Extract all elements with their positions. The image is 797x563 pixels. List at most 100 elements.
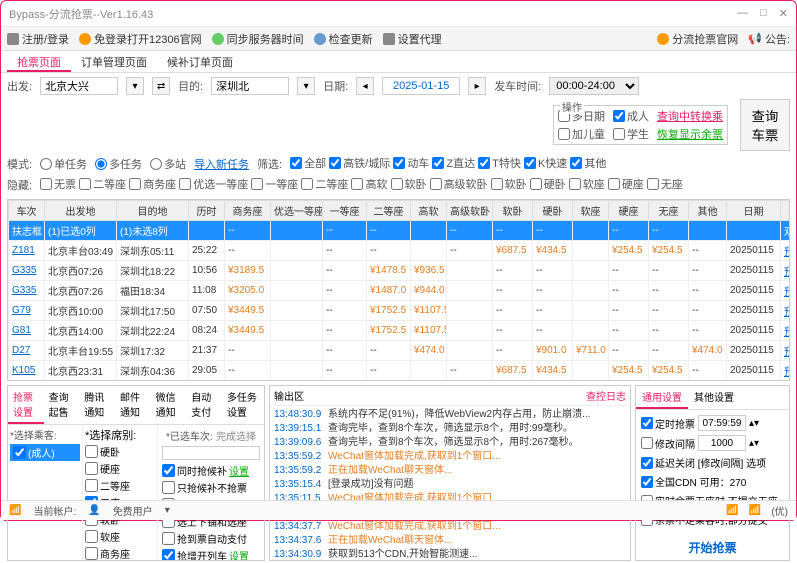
col-header[interactable]: 优选一等座 xyxy=(271,201,323,221)
hide-2[interactable]: 商务座 xyxy=(129,176,176,192)
minimize-button[interactable]: — xyxy=(737,7,748,20)
table-row[interactable]: D27北京丰台19:55深圳17:3221:37------¥474.0--¥9… xyxy=(9,341,791,361)
hide-7[interactable]: 软卧 xyxy=(391,176,427,192)
cb-interval[interactable]: 修改间隔 xyxy=(641,436,695,451)
train-link[interactable]: D27 xyxy=(12,345,30,356)
cb-timed[interactable]: 定时抢票 xyxy=(641,416,695,431)
hide-9[interactable]: 软卧 xyxy=(491,176,527,192)
hide-13[interactable]: 无座 xyxy=(647,176,683,192)
close-button[interactable]: ✕ xyxy=(779,7,788,20)
rtab-general[interactable]: 通用设置 xyxy=(636,386,688,409)
col-header[interactable]: 软卧 xyxy=(493,201,533,221)
book-link[interactable]: 预订 xyxy=(784,327,790,338)
col-header[interactable]: 商务座 xyxy=(225,201,271,221)
col-header[interactable]: 其他 xyxy=(689,201,727,221)
subtab-2[interactable]: 腾讯通知 xyxy=(79,386,115,424)
query-button[interactable]: 查询 车票 xyxy=(740,99,790,151)
cb-adult[interactable]: 成人 xyxy=(613,108,649,124)
col-header[interactable]: 备注 xyxy=(781,201,791,221)
stepper-icon[interactable]: ▴▾ xyxy=(749,438,759,449)
hide-3[interactable]: 优选一等座 xyxy=(179,176,248,192)
col-header[interactable]: 硬座 xyxy=(609,201,649,221)
tab-waitlist[interactable]: 候补订单页面 xyxy=(157,51,243,72)
rb-multi[interactable]: 多任务 xyxy=(95,156,142,172)
down-icon[interactable]: ▾ xyxy=(165,505,170,516)
time-select[interactable]: 00:00-24:00 xyxy=(549,77,639,95)
filter-1[interactable]: 高铁/城际 xyxy=(329,155,390,171)
swap-button[interactable]: ⇄ xyxy=(152,77,170,95)
seat-item[interactable]: 二等座 xyxy=(85,477,155,494)
hide-12[interactable]: 硬座 xyxy=(608,176,644,192)
date-input[interactable] xyxy=(382,77,460,95)
maximize-button[interactable]: □ xyxy=(760,7,767,20)
subtab-1[interactable]: 查询起售 xyxy=(44,386,80,424)
timed-input[interactable] xyxy=(698,415,746,431)
table-row[interactable]: Z181北京丰台03:49深圳东05:1125:22--------¥687.5… xyxy=(9,241,791,261)
hide-10[interactable]: 硬卧 xyxy=(530,176,566,192)
train-link[interactable]: G335 xyxy=(12,265,36,276)
table-row[interactable]: G79北京西10:00深圳北17:5007:50¥3449.5--¥1752.5… xyxy=(9,301,791,321)
start-button[interactable]: 开始抢票 xyxy=(636,535,789,560)
rb-single[interactable]: 单任务 xyxy=(40,156,87,172)
to-dropdown[interactable]: ▾ xyxy=(297,77,315,95)
filter-4[interactable]: T特快 xyxy=(478,155,521,171)
stepper-icon[interactable]: ▴▾ xyxy=(749,418,759,429)
link-transfer[interactable]: 查询中转换乘 xyxy=(657,108,723,124)
menu-site[interactable]: 分流抢票官网 xyxy=(657,31,738,47)
col-header[interactable]: 历时 xyxy=(189,201,225,221)
seat-item[interactable]: 硬卧 xyxy=(85,443,155,460)
hide-6[interactable]: 高软 xyxy=(351,176,387,192)
tab-ticket[interactable]: 抢票页面 xyxy=(7,51,71,72)
rtab-other[interactable]: 其他设置 xyxy=(688,386,740,409)
subtab-4[interactable]: 微信通知 xyxy=(151,386,187,424)
train-link[interactable]: Z181 xyxy=(12,245,35,256)
col-header[interactable]: 日期 xyxy=(727,201,781,221)
col-header[interactable]: 目的地 xyxy=(117,201,189,221)
col-header[interactable]: 一等座 xyxy=(323,201,367,221)
rb-multistation[interactable]: 多站 xyxy=(150,156,186,172)
cb-cdn[interactable]: 全国CDN xyxy=(641,474,697,489)
book-link[interactable]: 预订 xyxy=(784,287,790,298)
opt-row[interactable]: 抢到票自动支付 xyxy=(162,530,260,547)
import-task[interactable]: 导入新任务 xyxy=(194,156,249,172)
subtab-6[interactable]: 多任务设置 xyxy=(222,386,264,424)
hide-8[interactable]: 高级软卧 xyxy=(430,176,488,192)
cb-delay[interactable]: 延迟关闭 [修改间隔] 选项 xyxy=(641,455,766,470)
table-row[interactable]: G81北京西14:00深圳北22:2408:24¥3449.5--¥1752.5… xyxy=(9,321,791,341)
col-header[interactable]: 高级软卧 xyxy=(447,201,493,221)
date-prev[interactable]: ◂ xyxy=(356,77,374,95)
filter-0[interactable]: 全部 xyxy=(290,155,326,171)
table-row[interactable]: K105北京丰台23:53深圳东04:3628:43--------¥687.5… xyxy=(9,381,791,382)
table-row[interactable]: G335北京西07:26深圳北18:2210:56¥3189.5--¥1478.… xyxy=(9,261,791,281)
filter-5[interactable]: K快速 xyxy=(524,155,567,171)
opt-row[interactable]: 同时抢候补 设置 xyxy=(162,462,260,479)
table-row[interactable]: G335北京西07:26福田18:3411:08¥3205.0--¥1487.0… xyxy=(9,281,791,301)
menu-register[interactable]: 注册/登录 xyxy=(7,31,69,47)
table-row[interactable]: K105北京西23:31深圳东04:3629:05--------¥687.5¥… xyxy=(9,361,791,381)
tab-orders[interactable]: 订单管理页面 xyxy=(71,51,157,72)
opt-row[interactable]: 抢增开列车 设置 xyxy=(162,547,260,560)
book-link[interactable]: 预订 xyxy=(784,307,790,318)
from-dropdown[interactable]: ▾ xyxy=(126,77,144,95)
subtab-5[interactable]: 自动支付 xyxy=(186,386,222,424)
col-header[interactable]: 硬卧 xyxy=(533,201,573,221)
opt-row[interactable]: 只抢候补不抢票 xyxy=(162,479,260,496)
date-next[interactable]: ▸ xyxy=(468,77,486,95)
book-link[interactable]: 预订 xyxy=(784,367,790,378)
view-log-link[interactable]: 查控日志 xyxy=(586,388,626,403)
menu-open12306[interactable]: 免登录打开12306官网 xyxy=(79,31,202,47)
to-input[interactable] xyxy=(211,77,289,95)
from-input[interactable] xyxy=(40,77,118,95)
col-header[interactable]: 二等座 xyxy=(367,201,411,221)
menu-notice[interactable]: 📢公告: xyxy=(748,31,790,47)
train-link[interactable]: G335 xyxy=(12,285,36,296)
col-header[interactable]: 高软 xyxy=(411,201,447,221)
opt-setting[interactable]: 设置 xyxy=(229,463,249,478)
col-header[interactable]: 软座 xyxy=(573,201,609,221)
hide-1[interactable]: 二等座 xyxy=(79,176,126,192)
train-link[interactable]: G81 xyxy=(12,325,31,336)
col-header[interactable]: 无座 xyxy=(649,201,689,221)
seat-item[interactable]: 软座 xyxy=(85,528,155,545)
hide-5[interactable]: 二等座 xyxy=(301,176,348,192)
log-area[interactable]: 13:48:30.9系统内存不足(91%)，降低WebView2内存占用，防止崩… xyxy=(270,406,630,560)
